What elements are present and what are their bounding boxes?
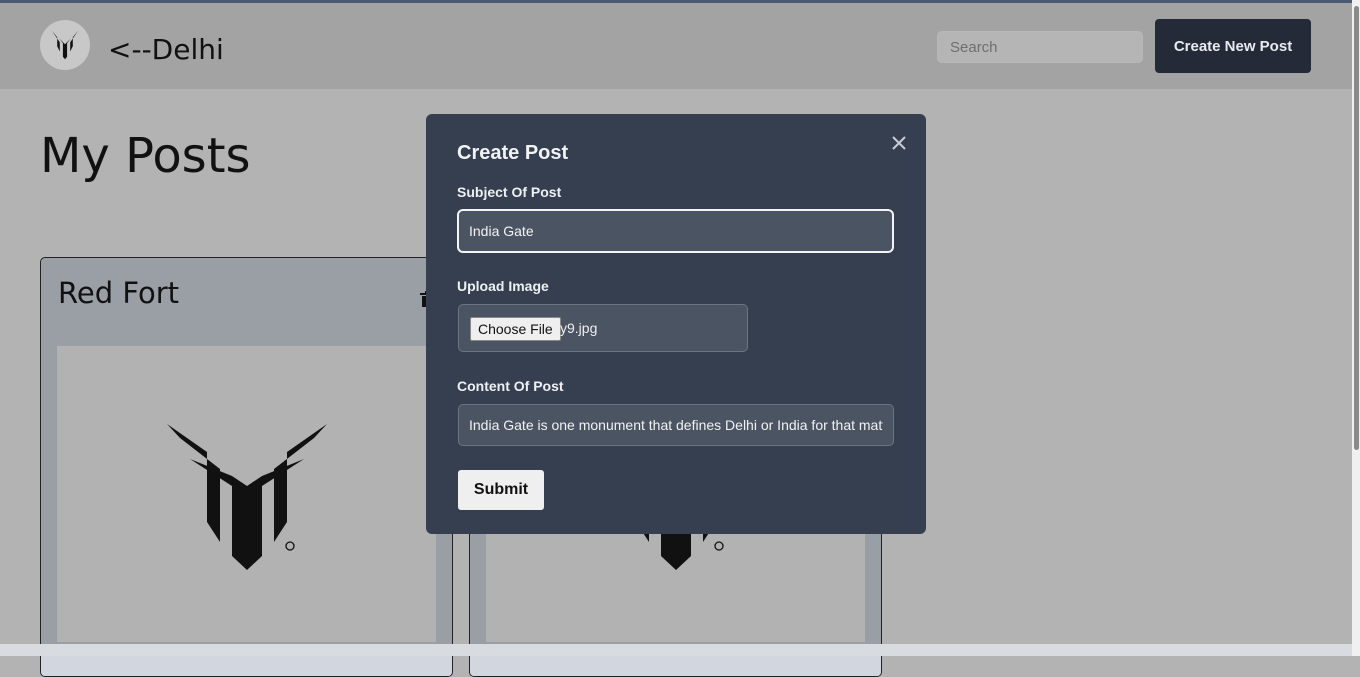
close-icon[interactable] xyxy=(889,133,909,153)
brand-logo-image xyxy=(166,424,327,570)
create-new-post-button[interactable]: Create New Post xyxy=(1155,19,1311,73)
search-input[interactable] xyxy=(937,31,1143,63)
subject-label: Subject Of Post xyxy=(457,184,562,200)
post-image xyxy=(57,346,436,642)
logo[interactable] xyxy=(40,20,90,70)
file-upload-field[interactable]: Choose File y9.jpg xyxy=(458,304,748,352)
selected-file-name: y9.jpg xyxy=(560,320,598,336)
choose-file-button[interactable]: Choose File xyxy=(470,317,561,341)
modal-title: Create Post xyxy=(457,142,569,164)
upload-image-label: Upload Image xyxy=(457,278,549,294)
post-title: Red Fort xyxy=(58,276,179,310)
content-label: Content Of Post xyxy=(457,378,564,394)
create-post-modal: Create Post Subject Of Post Upload Image… xyxy=(426,114,926,534)
post-card: Red Fort xyxy=(40,257,453,677)
logo-icon xyxy=(52,30,78,60)
submit-button[interactable]: Submit xyxy=(458,470,544,510)
brand-title[interactable]: <--Delhi xyxy=(108,33,224,66)
app-header: <--Delhi Create New Post xyxy=(0,3,1352,89)
page-title: My Posts xyxy=(40,128,251,184)
content-input[interactable] xyxy=(458,404,894,446)
scrollbar-thumb[interactable] xyxy=(1354,6,1359,450)
horizontal-scrollbar[interactable] xyxy=(0,644,1352,656)
subject-input[interactable] xyxy=(457,209,894,253)
